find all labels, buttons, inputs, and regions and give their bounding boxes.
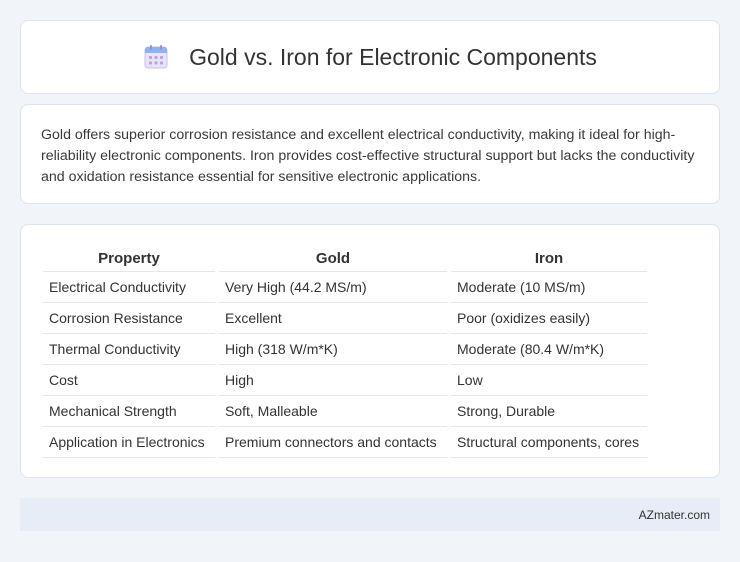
cell-property: Application in Electronics	[43, 427, 215, 458]
footer-bar: AZmater.com	[20, 498, 720, 531]
column-header-iron: Iron	[451, 247, 647, 272]
title-wrap: Gold vs. Iron for Electronic Components	[143, 44, 597, 71]
table-header-row: Property Gold Iron	[43, 247, 647, 272]
table-card: Property Gold Iron Electrical Conductivi…	[20, 224, 720, 478]
cell-iron: Strong, Durable	[451, 396, 647, 427]
cell-gold: Excellent	[219, 303, 447, 334]
cell-property: Corrosion Resistance	[43, 303, 215, 334]
cell-iron: Low	[451, 365, 647, 396]
table-row: Cost High Low	[43, 365, 647, 396]
footer-site-label: AZmater.com	[638, 507, 710, 522]
intro-card: Gold offers superior corrosion resistanc…	[20, 104, 720, 204]
calendar-icon	[144, 45, 168, 69]
cell-property: Cost	[43, 365, 215, 396]
intro-text: Gold offers superior corrosion resistanc…	[41, 127, 695, 185]
cell-iron: Structural components, cores	[451, 427, 647, 458]
column-header-property: Property	[43, 247, 215, 272]
page-title: Gold vs. Iron for Electronic Components	[189, 43, 597, 70]
table-row: Corrosion Resistance Excellent Poor (oxi…	[43, 303, 647, 334]
header-card: Gold vs. Iron for Electronic Components	[20, 20, 720, 94]
cell-property: Thermal Conductivity	[43, 334, 215, 365]
table-row: Application in Electronics Premium conne…	[43, 427, 647, 458]
cell-gold: Premium connectors and contacts	[219, 427, 447, 458]
table-row: Thermal Conductivity High (318 W/m*K) Mo…	[43, 334, 647, 365]
cell-property: Electrical Conductivity	[43, 272, 215, 303]
cell-gold: High	[219, 365, 447, 396]
comparison-table: Property Gold Iron Electrical Conductivi…	[39, 247, 651, 458]
cell-iron: Moderate (80.4 W/m*K)	[451, 334, 647, 365]
cell-gold: High (318 W/m*K)	[219, 334, 447, 365]
table-row: Electrical Conductivity Very High (44.2 …	[43, 272, 647, 303]
cell-iron: Moderate (10 MS/m)	[451, 272, 647, 303]
cell-gold: Very High (44.2 MS/m)	[219, 272, 447, 303]
cell-iron: Poor (oxidizes easily)	[451, 303, 647, 334]
cell-gold: Soft, Malleable	[219, 396, 447, 427]
cell-property: Mechanical Strength	[43, 396, 215, 427]
table-row: Mechanical Strength Soft, Malleable Stro…	[43, 396, 647, 427]
column-header-gold: Gold	[219, 247, 447, 272]
